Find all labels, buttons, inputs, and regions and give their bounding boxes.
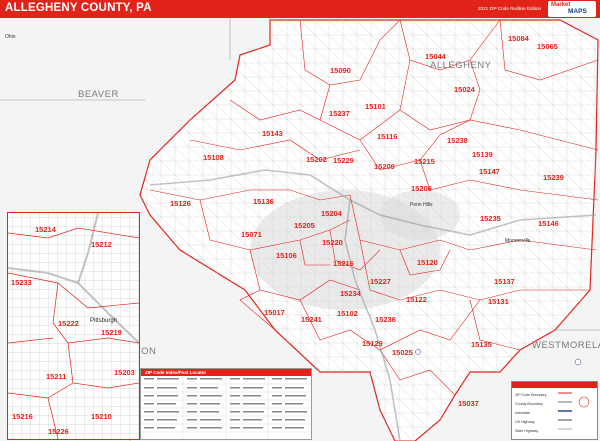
zip-label[interactable]: 15084 [508,34,530,43]
zip-label[interactable]: 15135 [471,340,492,349]
zip-label[interactable]: 15143 [262,129,283,138]
zip-label[interactable]: 15017 [264,308,285,317]
county-label-allegheny: ALLEGHENY [430,60,492,71]
legend-item: US Highway [515,420,535,424]
state-label-ohio: Ohio [5,34,16,40]
zip-label[interactable]: 15229 [333,156,354,165]
zip-label[interactable]: 15136 [253,197,274,206]
zip-label[interactable]: 15205 [294,221,315,230]
legend-item: County Boundary [515,402,543,406]
market-maps-logo: Market MAPS [548,1,596,17]
zip-label[interactable]: 15120 [417,258,438,267]
inset-city-label: Pittsburgh [90,318,118,324]
place-label-penn-hills: Penn Hills [410,202,433,208]
pittsburgh-inset[interactable]: 15214 15212 15233 15222 15219 15211 1520… [7,212,140,440]
map-title: ALLEGHENY COUNTY, PA [5,2,152,14]
zip-label[interactable]: 15044 [425,52,447,61]
zip-label[interactable]: 15122 [406,295,427,304]
map-legend: ZIP Code Boundary County Boundary Inters… [511,381,598,440]
zip-label[interactable]: 15090 [330,66,351,75]
zip-label[interactable]: 15227 [370,277,391,286]
zip-label[interactable]: 15238 [447,136,468,145]
inset-zip-label[interactable]: 15219 [101,328,122,337]
title-bar: ALLEGHENY COUNTY, PA 2021 ZIP Code Redli… [0,0,600,18]
edition-subtitle: 2021 ZIP Code Redline Edition [478,6,541,11]
zip-label[interactable]: 15131 [488,297,509,306]
zip-label[interactable]: 15235 [480,214,501,223]
zip-label[interactable]: 15239 [543,173,564,182]
zip-label[interactable]: 15202 [306,155,327,164]
zip-label[interactable]: 15025 [392,348,413,357]
county-label-westmoreland: WESTMORELAND [532,340,600,351]
zip-label[interactable]: 15024 [454,85,476,94]
zip-index-title: ZIP Code Index/Post Locator [141,369,311,376]
zip-label[interactable]: 15216 [333,259,354,268]
zip-label[interactable]: 15102 [337,309,358,318]
place-label-monroeville: Monroeville [505,238,531,244]
zip-label[interactable]: 15236 [375,315,396,324]
inset-zip-label[interactable]: 15222 [58,319,79,328]
legend-item: State Highway [515,429,539,433]
zip-label[interactable]: 15237 [329,109,350,118]
zip-label[interactable]: 15065 [537,42,558,51]
inset-zip-label[interactable]: 15233 [11,278,32,287]
zip-label[interactable]: 15139 [472,150,493,159]
inset-zip-label[interactable]: 15210 [91,412,112,421]
county-label-beaver: BEAVER [78,89,119,100]
legend-item: ZIP Code Boundary [515,393,547,397]
zip-index-table: ZIP Code Index/Post Locator [140,368,312,440]
zip-label[interactable]: 15106 [276,251,297,260]
zip-label[interactable]: 15204 [321,209,343,218]
zip-label[interactable]: 15234 [340,289,362,298]
zip-label[interactable]: 15101 [365,102,386,111]
zip-label[interactable]: 15146 [538,219,559,228]
zip-label[interactable]: 15108 [203,153,224,162]
zip-label[interactable]: 15129 [362,339,383,348]
inset-zip-label[interactable]: 15216 [12,412,33,421]
zip-label[interactable]: 15147 [479,167,500,176]
inset-zip-label[interactable]: 15212 [91,240,112,249]
zip-label[interactable]: 15071 [241,230,262,239]
logo-bottom-text: MAPS [568,8,587,15]
zip-label[interactable]: 15137 [494,277,515,286]
inset-zip-label[interactable]: 15214 [35,225,56,234]
zip-label[interactable]: 15116 [377,132,397,141]
zip-label[interactable]: 15209 [374,162,395,171]
zip-label[interactable]: 15215 [414,157,435,166]
zip-label[interactable]: 15206 [411,184,432,193]
zip-label[interactable]: 15241 [301,315,322,324]
inset-zip-label[interactable]: 15211 [46,372,66,381]
inset-zip-label[interactable]: 15203 [114,368,135,377]
inset-zip-label[interactable]: 15226 [48,427,69,436]
zip-label[interactable]: 15126 [170,199,191,208]
legend-item: Interstate [515,411,530,415]
zip-label[interactable]: 15037 [458,399,479,408]
zip-index-rows [141,376,311,439]
zip-label[interactable]: 15220 [322,238,343,247]
